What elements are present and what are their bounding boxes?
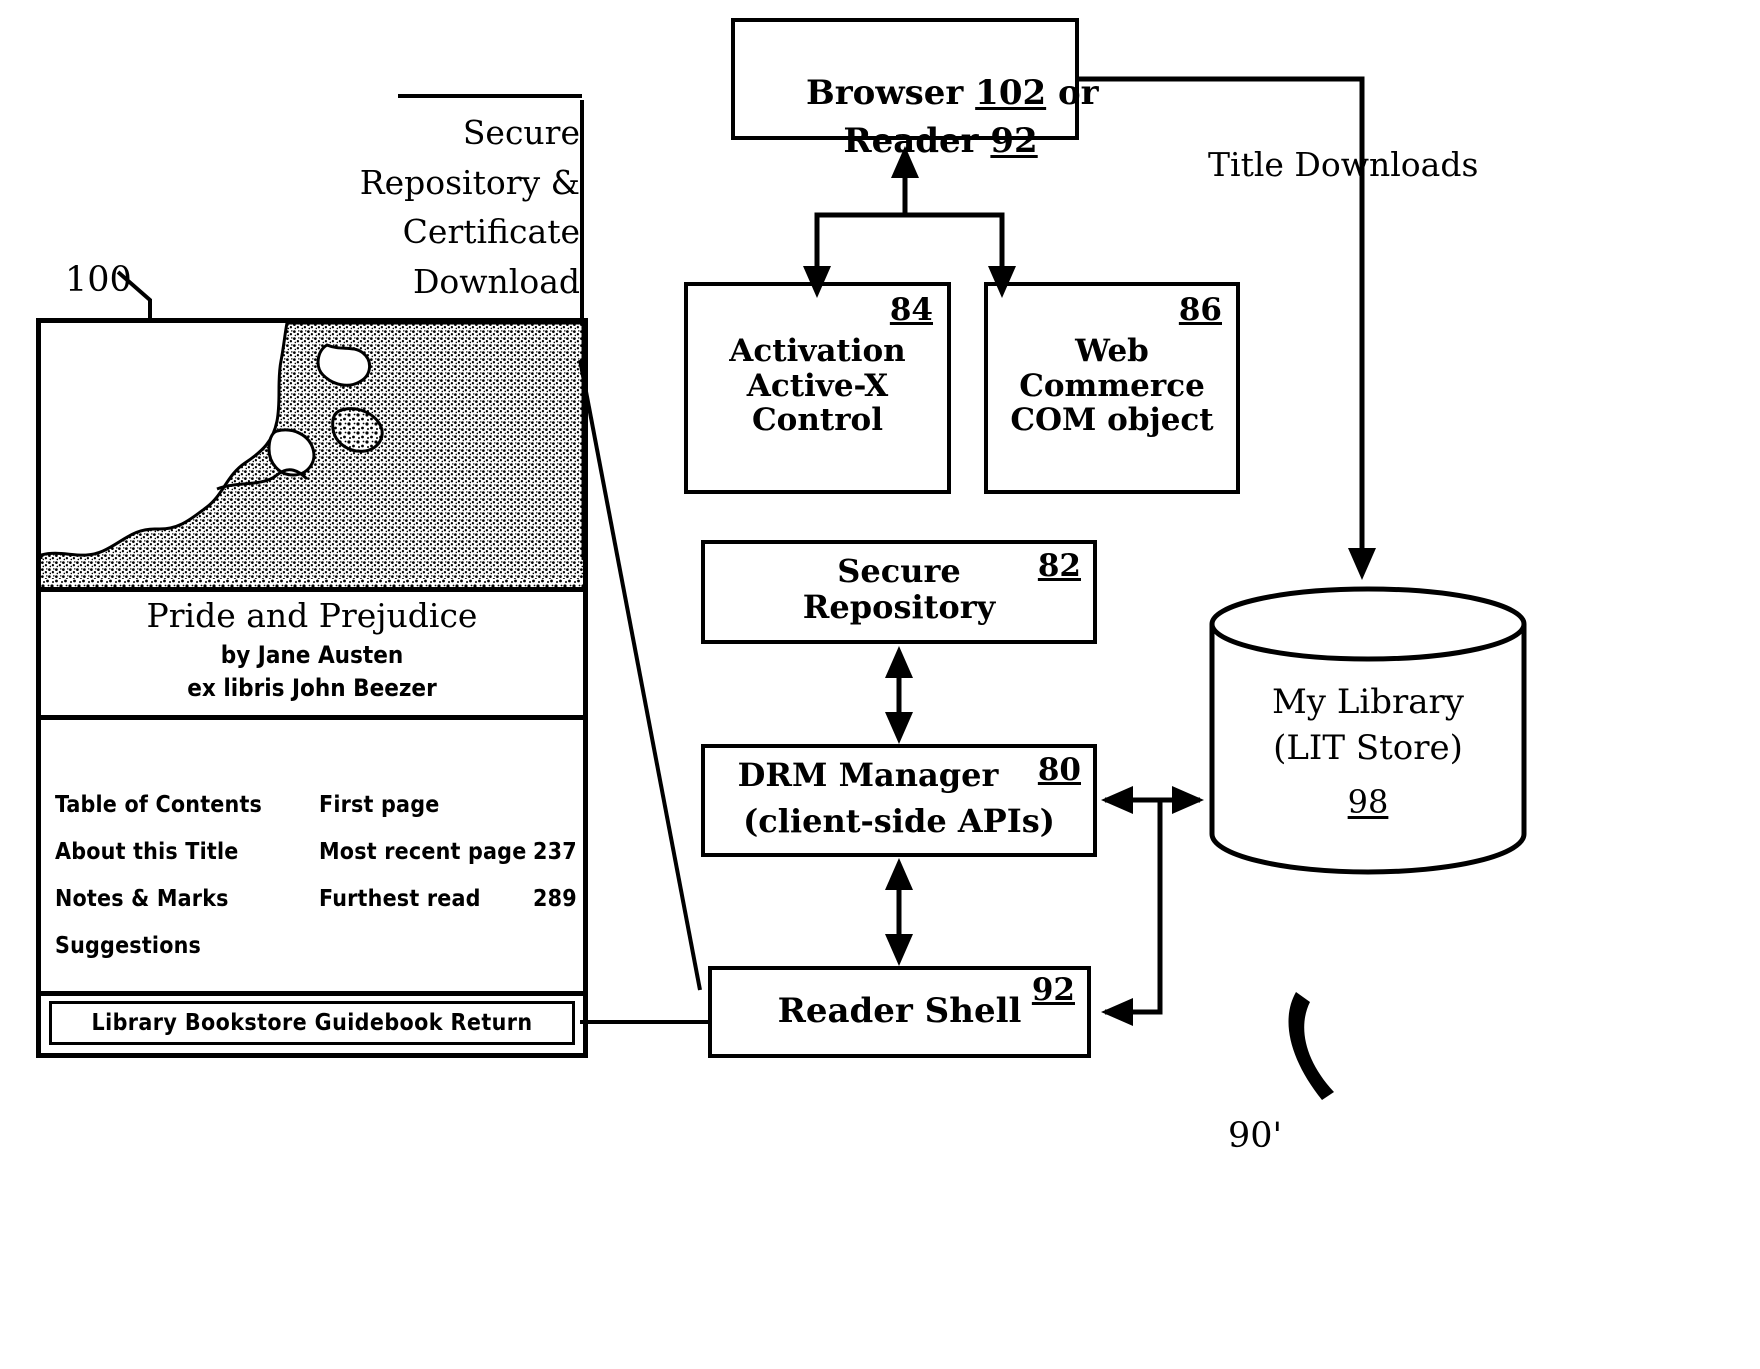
arrow-up-drm2: [885, 858, 913, 890]
ref-100: 100: [65, 260, 132, 300]
ref-86: 86: [1178, 292, 1222, 328]
patent-figure: Pride and Prejudice by Jane Austen ex li…: [0, 0, 1760, 1369]
reader-shell-box[interactable]: 92 Reader Shell: [708, 966, 1091, 1058]
arrow-into-shell: [1101, 998, 1133, 1026]
arrow-left-drm: [1172, 786, 1204, 814]
book-owner: ex libris John Beezer: [187, 674, 437, 702]
menu-item-notes-and-marks[interactable]: Notes & Marks: [55, 886, 229, 912]
lit-store-label: (LIT Store): [1273, 728, 1463, 768]
book-title-block: Pride and Prejudice by Jane Austen ex li…: [41, 591, 583, 715]
drm-manager-label: DRM Manager: [737, 756, 999, 794]
drm-manager-box[interactable]: 80 DRM Manager (client-side APIs): [701, 744, 1097, 857]
menu-item-first-page[interactable]: First page: [319, 792, 439, 818]
book-menu-area: Table of Contents About this Title Notes…: [41, 720, 583, 1005]
ref-84: 84: [889, 292, 933, 328]
arrow-down-shell: [885, 934, 913, 966]
web-commerce-com-object-label: Web Commerce COM object: [1010, 333, 1214, 439]
drm-manager-sublabel: (client-side APIs): [743, 802, 1055, 840]
reader-shell-label: Reader Shell: [777, 991, 1022, 1031]
value-furthest-read: 289: [533, 886, 577, 912]
menu-item-about-this-title[interactable]: About this Title: [55, 839, 239, 865]
book-title: Pride and Prejudice: [146, 596, 478, 635]
my-library-label: My Library: [1271, 682, 1465, 722]
book-cover-illustration: [41, 323, 583, 591]
menu-item-most-recent-page[interactable]: Most recent page: [319, 839, 526, 865]
ref-98: 98: [1347, 783, 1389, 821]
web-commerce-com-object-box[interactable]: 86 Web Commerce COM object: [984, 282, 1240, 494]
activation-activex-control-label: Activation Active-X Control: [729, 333, 906, 439]
secure-repository-label: Secure Repository: [802, 552, 996, 626]
panel-divider-3: [41, 991, 583, 996]
arrow-to-cylinder: [1348, 548, 1376, 580]
my-library-lit-store-cylinder[interactable]: My Library (LIT Store) 98: [1208, 586, 1528, 878]
reader-book-panel: Pride and Prejudice by Jane Austen ex li…: [36, 318, 588, 1058]
cover-stipple-art: [41, 323, 583, 591]
arrow-up-secure-repo: [885, 646, 913, 678]
arrow-right-library: [1101, 786, 1133, 814]
menu-item-furthest-read[interactable]: Furthest read: [319, 886, 481, 912]
title-downloads-label: Title Downloads: [1208, 145, 1479, 184]
arrow-down-drm: [885, 712, 913, 744]
secure-repository-box[interactable]: 82 Secure Repository: [701, 540, 1097, 644]
browser-reader-box[interactable]: Browser 102 or Reader 92: [731, 18, 1099, 160]
book-author: by Jane Austen: [220, 641, 404, 669]
reader-label: Reader: [843, 121, 991, 162]
ref-90-prime: 90': [1228, 1116, 1283, 1156]
reader-bottom-toolbar[interactable]: Library Bookstore Guidebook Return: [49, 1001, 575, 1045]
value-most-recent-page: 237: [533, 839, 577, 865]
menu-item-table-of-contents[interactable]: Table of Contents: [55, 792, 262, 818]
arrow-90-prime: [1288, 992, 1334, 1100]
browser-line-2: Reader 92: [735, 84, 1075, 198]
secure-repository-certificate-download-callout: Secure Repository & Certificate Download: [359, 113, 580, 301]
bottom-toolbar-label: Library Bookstore Guidebook Return: [91, 1010, 533, 1036]
activation-activex-control-box[interactable]: 84 Activation Active-X Control: [684, 282, 951, 494]
ref-92-top: 92: [990, 121, 1038, 162]
menu-item-suggestions[interactable]: Suggestions: [55, 933, 201, 959]
